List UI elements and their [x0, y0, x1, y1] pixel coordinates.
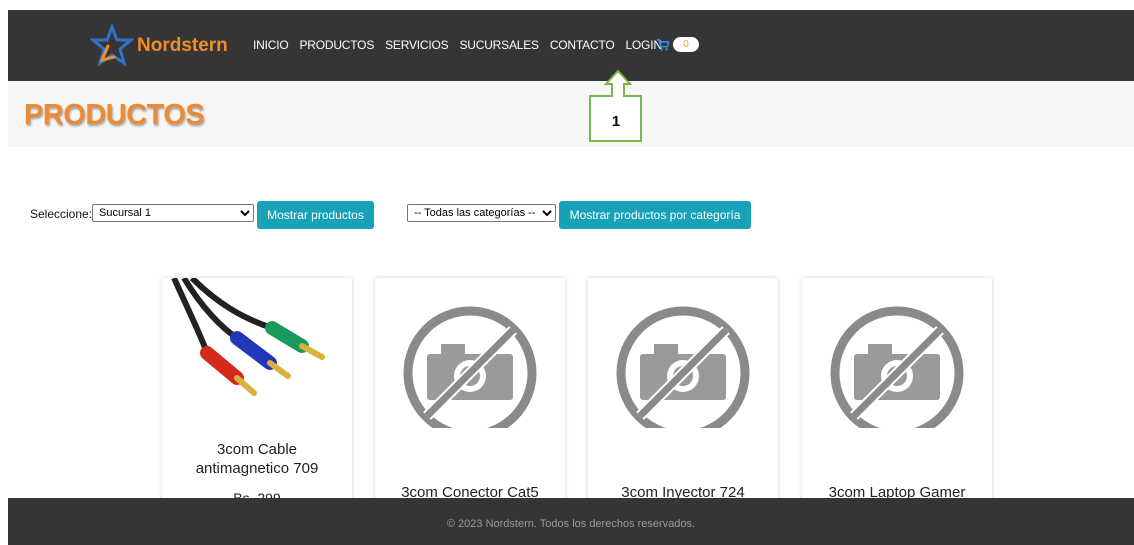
- star-logo-icon: [90, 24, 134, 67]
- nav-item-inicio[interactable]: INICIO: [253, 38, 289, 52]
- show-products-button[interactable]: Mostrar productos: [257, 201, 374, 229]
- up-arrow-callout-icon: [589, 69, 642, 142]
- product-filters: Seleccione: Sucursal 1 Mostrar productos…: [30, 201, 930, 231]
- product-card[interactable]: 3com Inyector 724: [588, 278, 778, 508]
- category-select[interactable]: -- Todas las categorías --: [407, 204, 556, 222]
- footer: © 2023 Nordstern. Todos los derechos res…: [8, 498, 1134, 545]
- nav-menu: INICIO PRODUCTOS SERVICIOS SUCURSALES CO…: [253, 38, 662, 52]
- footer-copyright: © 2023 Nordstern. Todos los derechos res…: [446, 518, 696, 530]
- branch-select[interactable]: Sucursal 1: [92, 204, 254, 222]
- cart-button[interactable]: 0: [656, 37, 699, 52]
- no-photo-icon: [403, 306, 537, 428]
- brand-name: Nordstern: [137, 35, 228, 56]
- page-title: PRODUCTOS: [24, 99, 205, 131]
- annotation-number: 1: [611, 113, 621, 130]
- brand-logo-link[interactable]: Nordstern: [90, 24, 228, 68]
- annotation-callout: 1: [588, 69, 644, 142]
- product-card[interactable]: 3com Laptop Gamer: [802, 278, 992, 508]
- no-photo-icon: [616, 306, 750, 428]
- show-products-by-category-button[interactable]: Mostrar productos por categoría: [559, 201, 751, 229]
- page-heading-band: PRODUCTOS: [8, 81, 1134, 147]
- product-card[interactable]: 3com Cable antimagnetico 709 Bs. 299: [162, 278, 352, 508]
- cart-icon: [656, 38, 670, 51]
- cart-count-badge: 0: [673, 37, 699, 52]
- navbar: Nordstern INICIO PRODUCTOS SERVICIOS SUC…: [8, 10, 1134, 81]
- nav-item-servicios[interactable]: SERVICIOS: [385, 38, 449, 52]
- page: Nordstern INICIO PRODUCTOS SERVICIOS SUC…: [0, 0, 1134, 545]
- nav-item-productos[interactable]: PRODUCTOS: [299, 38, 374, 52]
- branch-select-label: Seleccione:: [30, 207, 93, 221]
- rca-cable-image: [171, 278, 325, 396]
- no-photo-icon: [830, 306, 964, 428]
- nav-item-contacto[interactable]: CONTACTO: [550, 38, 615, 52]
- product-name: 3com Cable antimagnetico 709: [195, 441, 319, 477]
- product-card[interactable]: 3com Conector Cat5: [375, 278, 565, 508]
- nav-item-sucursales[interactable]: SUCURSALES: [459, 38, 539, 52]
